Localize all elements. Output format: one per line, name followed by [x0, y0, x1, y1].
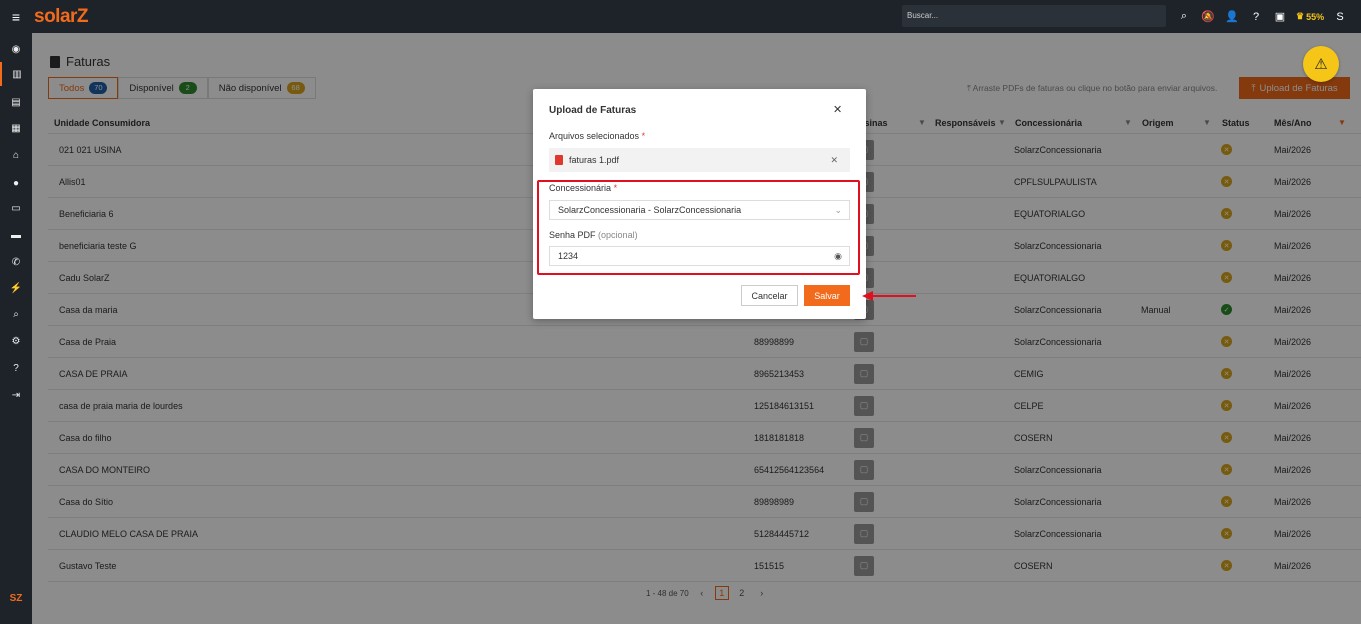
concessionaria-select[interactable]: SolarzConcessionaria - SolarzConcessiona… [549, 200, 850, 220]
notifications-off-icon[interactable]: 🔕 [1196, 0, 1220, 33]
sidebar-home-icon[interactable]: ⌂ [0, 143, 32, 167]
sidebar-document-icon[interactable]: ▤ [0, 90, 32, 114]
battery-indicator[interactable]: ♛ 55% [1292, 11, 1328, 22]
password-label: Senha PDF (opcional) [549, 230, 638, 240]
save-button[interactable]: Salvar [804, 285, 850, 306]
sidebar: ◉ ▥ ▤ ▦ ⌂ ● ▭ ▬ ✆ ⚡ ⌕ ⚙ ? ⇥ SZ [0, 33, 32, 624]
sz-avatar-icon[interactable]: S [1328, 0, 1352, 33]
chevron-down-icon: ⌄ [834, 204, 842, 215]
remove-file-icon[interactable]: ✕ [830, 155, 838, 166]
cancel-button[interactable]: Cancelar [741, 285, 798, 306]
sidebar-plug-icon[interactable]: ⚡ [0, 276, 32, 300]
sidebar-faturas-icon[interactable]: ▥ [0, 62, 32, 86]
top-icons: ⌕ 🔕 👤 ? ▣ ♛ 55% S [1172, 0, 1352, 33]
trophy-icon: ♛ [1296, 11, 1305, 21]
sidebar-wallet-icon[interactable]: ▦ [0, 116, 32, 140]
clipboard-icon[interactable]: ▣ [1268, 0, 1292, 33]
sidebar-settings-icon[interactable]: ⚙ [0, 329, 32, 353]
menu-icon[interactable]: ≡ [0, 0, 32, 33]
warning-icon[interactable]: ⚠ [1303, 46, 1339, 82]
sidebar-help-icon[interactable]: ? [0, 356, 32, 380]
sidebar-user-icon[interactable]: ● [0, 171, 32, 195]
file-name: faturas 1.pdf [569, 155, 620, 165]
upload-modal: Upload de Faturas ✕ Arquivos selecionado… [533, 89, 866, 319]
annotation-arrow [862, 291, 916, 301]
modal-title: Upload de Faturas [549, 105, 637, 116]
eye-icon[interactable]: ◉ [834, 251, 842, 262]
close-icon[interactable]: ✕ [833, 103, 842, 116]
search-icon[interactable]: ⌕ [1172, 0, 1196, 33]
sidebar-payment-icon[interactable]: ▬ [0, 223, 32, 247]
side-logo: SZ [9, 593, 23, 604]
selected-file-chip: faturas 1.pdf ✕ [549, 148, 850, 172]
files-label: Arquivos selecionados * [549, 131, 646, 141]
logo[interactable]: solarZ [34, 6, 89, 28]
sidebar-card-icon[interactable]: ▭ [0, 196, 32, 220]
sidebar-whatsapp-icon[interactable]: ✆ [0, 250, 32, 274]
sidebar-logout-icon[interactable]: ⇥ [0, 383, 32, 407]
sidebar-search-icon[interactable]: ⌕ [0, 302, 32, 326]
concessionaria-label: Concessionária * [549, 183, 618, 193]
help-icon[interactable]: ? [1244, 0, 1268, 33]
search-input[interactable]: Buscar... [902, 5, 1166, 27]
password-input[interactable]: 1234 ◉ [549, 246, 850, 266]
pdf-icon [555, 155, 563, 165]
user-icon[interactable]: 👤 [1220, 0, 1244, 33]
top-bar: ≡ solarZ Buscar... ⌕ 🔕 👤 ? ▣ ♛ 55% S [0, 0, 1361, 33]
sidebar-dashboard-icon[interactable]: ◉ [0, 37, 32, 61]
